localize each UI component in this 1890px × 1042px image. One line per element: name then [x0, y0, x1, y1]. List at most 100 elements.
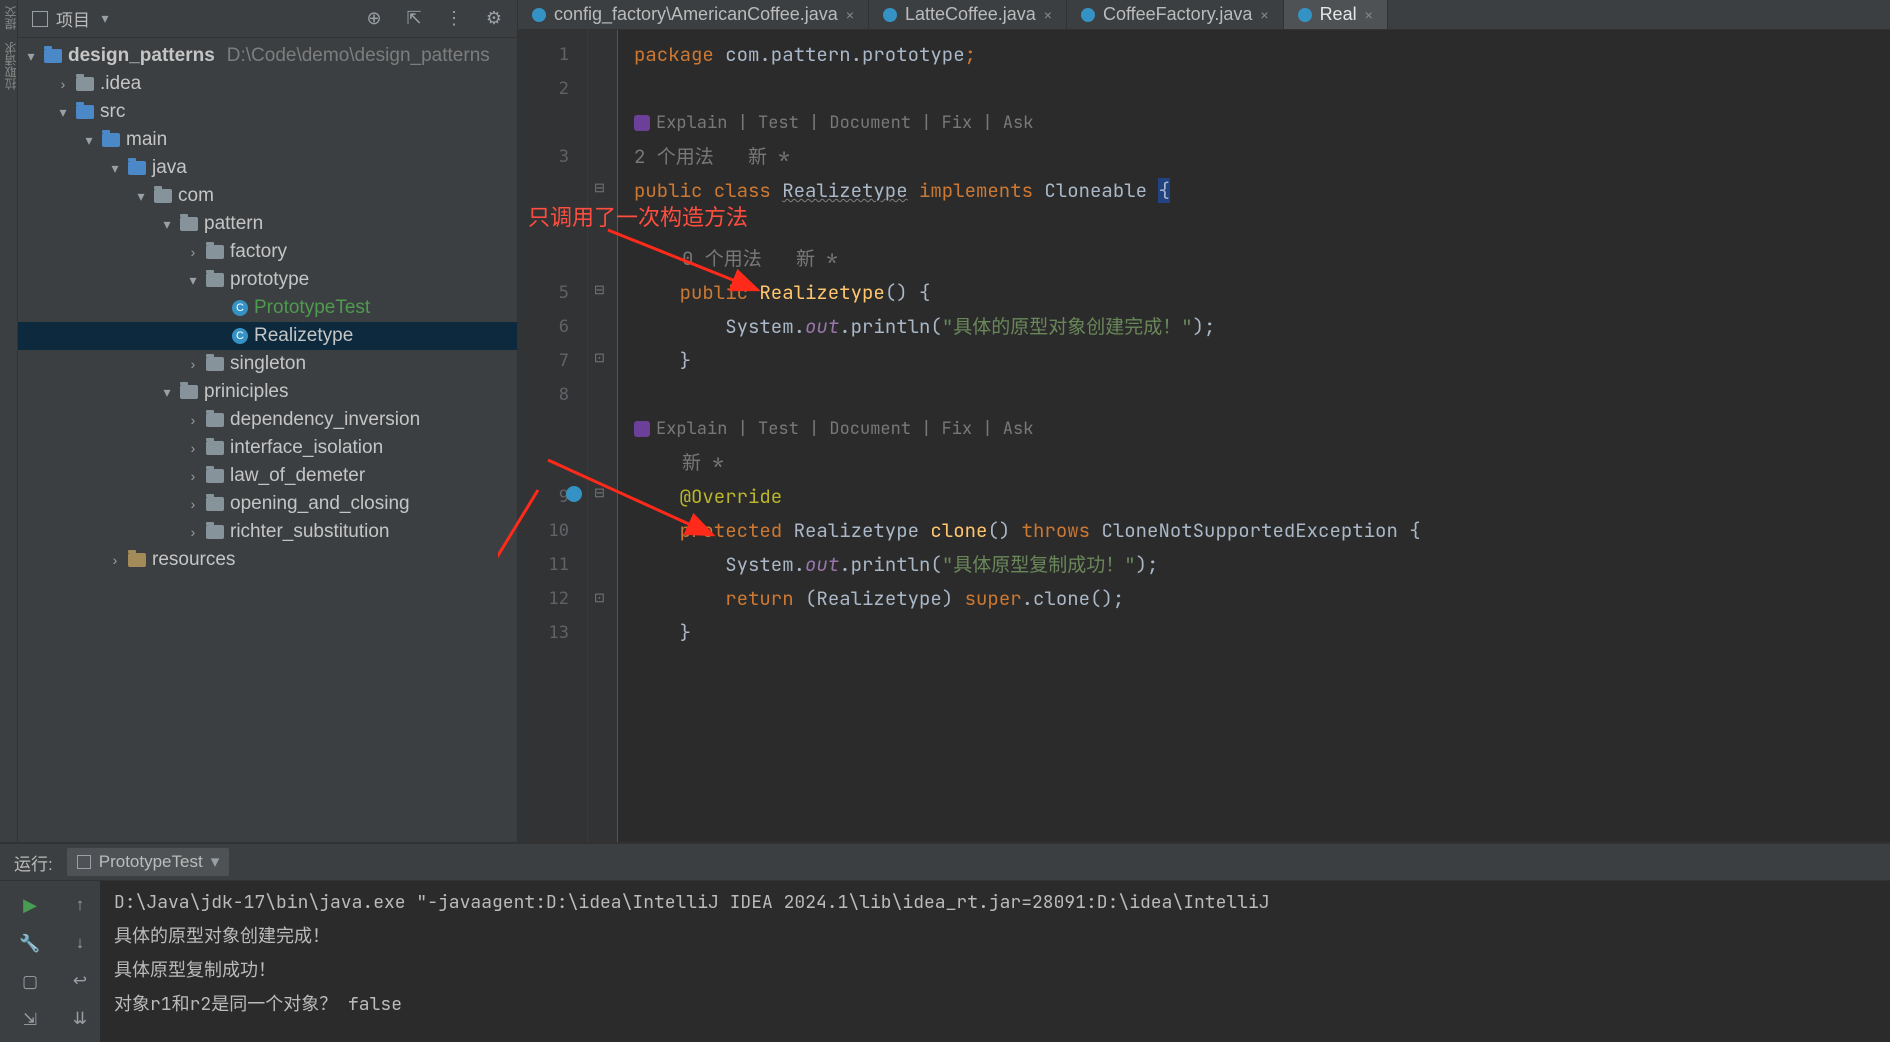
line-number[interactable] [518, 208, 587, 242]
fold-icon[interactable]: ⊟ [594, 485, 605, 501]
usage-hint[interactable]: 0 个用法 新 * [634, 246, 838, 271]
tree-folder-item[interactable]: ▾com [18, 182, 517, 210]
line-number[interactable]: 7 [518, 344, 587, 378]
tree-folder-item[interactable]: ›.idea [18, 70, 517, 98]
chevron-right-icon[interactable]: › [108, 552, 122, 568]
scroll-icon[interactable]: ⇊ [73, 1009, 87, 1029]
locate-icon[interactable]: ⊕ [365, 10, 383, 28]
chevron-right-icon[interactable]: › [186, 468, 200, 484]
editor-tab[interactable]: CoffeeFactory.java× [1067, 0, 1284, 29]
editor-tab[interactable]: Real× [1284, 0, 1388, 29]
line-number[interactable] [518, 412, 587, 446]
tree-folder-item[interactable]: ▾src [18, 98, 517, 126]
fold-icon[interactable]: ⊡ [594, 590, 605, 606]
expand-icon[interactable]: ⇱ [405, 10, 423, 28]
close-tab-icon[interactable]: × [1044, 7, 1052, 23]
chevron-down-icon[interactable]: ▾ [82, 132, 96, 149]
console-output[interactable]: D:\Java\jdk-17\bin\java.exe "-javaagent:… [100, 881, 1890, 1042]
layout-icon[interactable]: ▢ [22, 972, 38, 992]
side-tab-pull[interactable]: 拉取请求 [0, 36, 17, 96]
wrench-icon[interactable]: 🔧 [19, 934, 40, 954]
line-number[interactable]: 11 [518, 548, 587, 582]
chevron-right-icon[interactable]: › [186, 244, 200, 260]
tree-folder-item[interactable]: ›richter_substitution [18, 518, 517, 546]
collapse-icon[interactable]: ⋮ [445, 10, 463, 28]
override-gutter-icon[interactable] [566, 486, 582, 502]
soft-wrap-icon[interactable]: ↩ [73, 971, 87, 991]
chevron-down-icon[interactable]: ▾ [160, 384, 174, 401]
fold-icon[interactable]: ⊟ [594, 180, 605, 196]
line-number[interactable]: 8 [518, 378, 587, 412]
code-editor[interactable]: 只调用了一次构造方法 package com.pattern.prototype… [618, 30, 1890, 842]
ai-hint-row[interactable]: Explain | Test | Document | Fix | Ask [634, 412, 1890, 446]
ai-hint-row[interactable]: Explain | Test | Document | Fix | Ask [634, 106, 1890, 140]
chevron-down-icon[interactable]: ▾ [56, 104, 70, 121]
tree-folder-item[interactable]: ›factory [18, 238, 517, 266]
settings-gear-icon[interactable]: ⚙ [485, 10, 503, 28]
chevron-down-icon[interactable]: ▾ [24, 48, 38, 65]
editor-tab[interactable]: LatteCoffee.java× [869, 0, 1067, 29]
project-view-icon[interactable] [32, 11, 48, 27]
tree-folder-item[interactable]: ›resources [18, 546, 517, 574]
tree-folder-item[interactable]: ›interface_isolation [18, 434, 517, 462]
line-number[interactable]: 6 [518, 310, 587, 344]
tree-folder-item[interactable]: › dependency_inversion [18, 406, 517, 434]
chevron-down-icon[interactable]: ▾ [108, 160, 122, 177]
project-tree[interactable]: ▾ design_patterns D:\Code\demo\design_pa… [18, 38, 517, 842]
tree-root[interactable]: ▾ design_patterns D:\Code\demo\design_pa… [18, 42, 517, 70]
fold-icon[interactable]: ⊡ [594, 350, 605, 366]
editor-tabs[interactable]: config_factory\AmericanCoffee.java×Latte… [518, 0, 1890, 30]
tree-folder-item[interactable]: ›law_of_demeter [18, 462, 517, 490]
line-number[interactable]: 5 [518, 276, 587, 310]
line-number[interactable]: 1 [518, 38, 587, 72]
line-number[interactable] [518, 242, 587, 276]
chevron-down-icon[interactable]: ▾ [211, 852, 220, 872]
line-number[interactable]: 3 [518, 140, 587, 174]
more-icon[interactable]: ⇲ [23, 1010, 37, 1030]
chevron-right-icon[interactable]: › [186, 356, 200, 372]
line-number[interactable]: 12 [518, 582, 587, 616]
tree-folder-item[interactable]: ▾main [18, 126, 517, 154]
project-view-title[interactable]: 项目 [56, 6, 90, 31]
tree-folder-item[interactable]: ›opening_and_closing [18, 490, 517, 518]
editor-gutter[interactable]: 1235678910111213 [518, 30, 588, 842]
line-number[interactable]: 13 [518, 616, 587, 650]
tree-folder-item[interactable]: ▾java [18, 154, 517, 182]
line-number[interactable]: 10 [518, 514, 587, 548]
run-config-tab[interactable]: PrototypeTest ▾ [67, 848, 230, 876]
side-tab-commit[interactable]: 提交 [0, 0, 17, 36]
usage-hint[interactable]: 2 个用法 新 * [634, 144, 790, 169]
tree-folder-item[interactable]: ▾priniciples [18, 378, 517, 406]
tree-item-label: dependency_inversion [230, 409, 420, 431]
usage-hint[interactable]: 新 * [634, 450, 724, 475]
close-tab-icon[interactable]: × [846, 7, 854, 23]
chevron-right-icon[interactable]: › [186, 524, 200, 540]
chevron-right-icon[interactable]: › [56, 76, 70, 92]
tree-folder-item[interactable]: ›singleton [18, 350, 517, 378]
line-number[interactable] [518, 106, 587, 140]
line-number[interactable] [518, 446, 587, 480]
project-view-dropdown-icon[interactable]: ▾ [98, 10, 112, 27]
down-arrow-icon[interactable]: ↓ [76, 933, 85, 953]
fold-column[interactable]: ⊟ ⊟ ⊡ ⊟ ⊡ [588, 30, 618, 842]
chevron-down-icon[interactable]: ▾ [134, 188, 148, 205]
editor-tab[interactable]: config_factory\AmericanCoffee.java× [518, 0, 869, 29]
chevron-down-icon[interactable]: ▾ [160, 216, 174, 233]
close-tab-icon[interactable]: × [1260, 7, 1268, 23]
up-arrow-icon[interactable]: ↑ [76, 895, 85, 915]
left-tool-strip[interactable]: 提交 拉取请求 [0, 0, 18, 842]
line-number[interactable] [518, 174, 587, 208]
rerun-icon[interactable]: ▶ [23, 895, 37, 916]
tree-folder-item[interactable]: ▾pattern [18, 210, 517, 238]
fold-icon[interactable]: ⊟ [594, 282, 605, 298]
chevron-right-icon[interactable]: › [186, 496, 200, 512]
chevron-down-icon[interactable]: ▾ [186, 272, 200, 289]
chevron-right-icon[interactable]: › [186, 440, 200, 456]
line-number[interactable]: 2 [518, 72, 587, 106]
tree-class-item[interactable]: PrototypeTest [18, 294, 517, 322]
tree-root-name: design_patterns [68, 45, 215, 67]
chevron-right-icon[interactable]: › [186, 412, 200, 428]
tree-folder-item[interactable]: ▾prototype [18, 266, 517, 294]
close-tab-icon[interactable]: × [1365, 7, 1373, 23]
tree-class-item[interactable]: Realizetype [18, 322, 517, 350]
